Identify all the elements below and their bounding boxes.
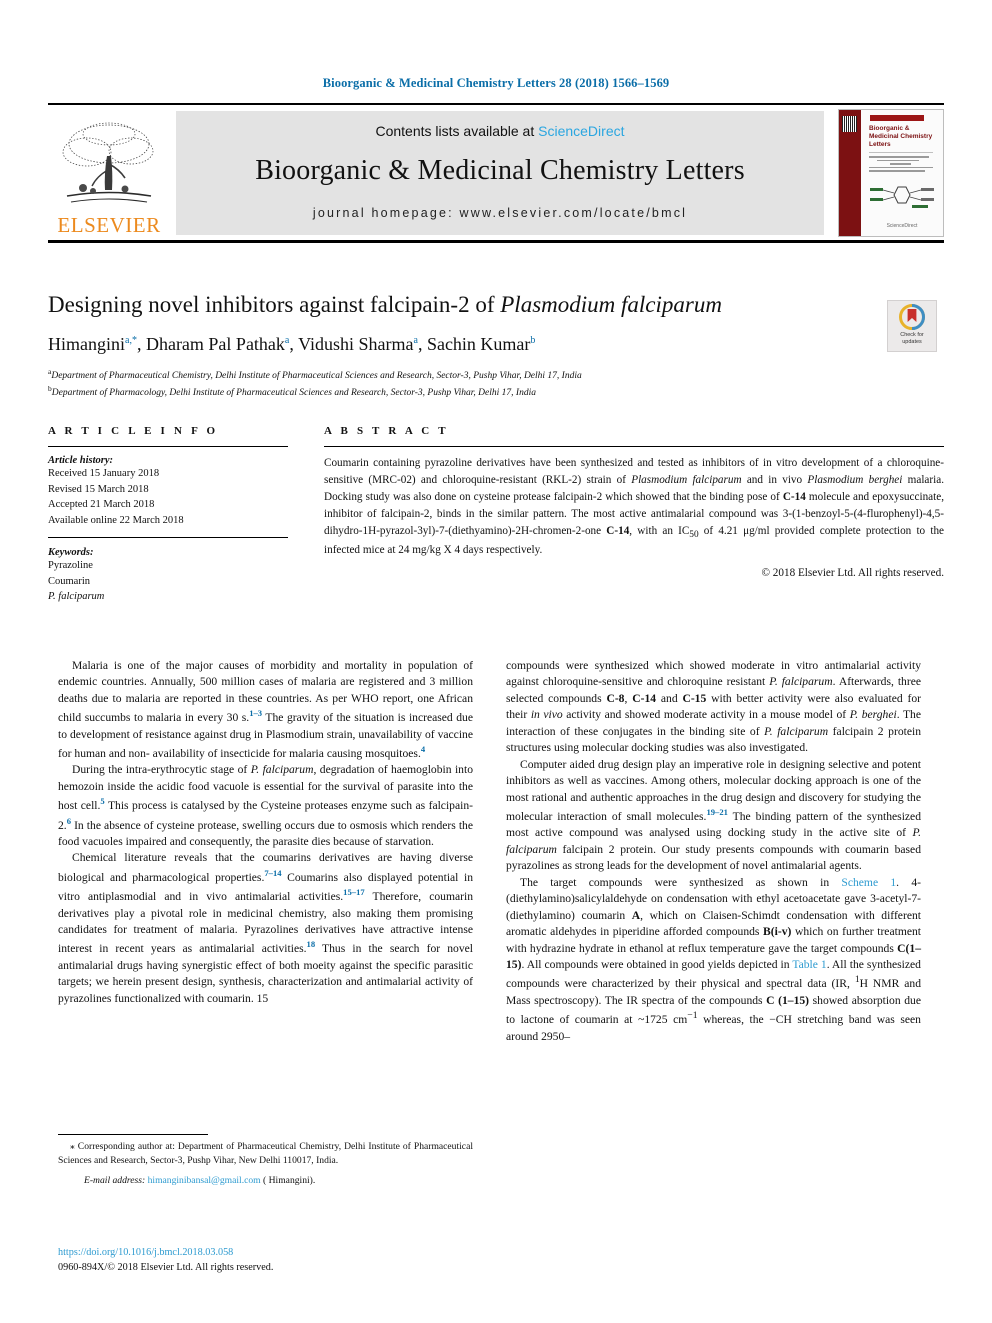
article-history-item: Accepted 21 March 2018 xyxy=(48,499,155,511)
affiliation-list: aDepartment of Pharmaceutical Chemistry,… xyxy=(48,367,944,401)
author-list: Himanginia,*, Dharam Pal Pathaka, Vidush… xyxy=(48,334,536,355)
title-italic: Plasmodium falciparum xyxy=(500,292,722,317)
citation-ref[interactable]: 4 xyxy=(421,744,425,754)
email-label: E-mail address: xyxy=(84,1174,146,1186)
article-info-heading: A R T I C L E I N F O xyxy=(48,425,219,437)
article-page: Bioorganic & Medicinal Chemistry Letters… xyxy=(0,0,992,1323)
body-column-right: compounds were synthesized which showed … xyxy=(506,658,921,1045)
keywords-rule xyxy=(48,537,288,539)
doi-link[interactable]: https://doi.org/10.1016/j.bmcl.2018.03.0… xyxy=(58,1245,488,1260)
abstract-text: Coumarin containing pyrazoline derivativ… xyxy=(324,457,945,557)
author-affil-marker: a xyxy=(413,335,418,347)
elsevier-wordmark: ELSEVIER xyxy=(57,213,161,237)
scheme-link[interactable]: Scheme 1 xyxy=(841,876,896,889)
article-history-item: Received 15 January 2018 xyxy=(48,468,160,479)
article-history-label: Article history: xyxy=(48,455,114,466)
footnote-rule xyxy=(58,1134,208,1135)
author-name[interactable]: Himangini xyxy=(48,334,125,354)
title-block: Designing novel inhibitors against falci… xyxy=(48,292,944,401)
author-name[interactable]: Dharam Pal Pathak xyxy=(146,334,285,354)
contents-prefix: Contents lists available at xyxy=(375,123,539,139)
sciencedirect-link[interactable]: ScienceDirect xyxy=(538,123,624,139)
article-history-item: Revised 15 March 2018 xyxy=(48,483,149,495)
barcode-icon xyxy=(842,116,857,132)
title-plain: Designing novel inhibitors against falci… xyxy=(48,292,501,317)
keywords-label: Keywords: xyxy=(48,547,94,559)
email-line: E-mail address: himanginibansal@gmail.co… xyxy=(58,1174,473,1188)
body-columns: Malaria is one of the major causes of mo… xyxy=(58,658,934,1138)
page-title: Designing novel inhibitors against falci… xyxy=(48,292,818,318)
paragraph: During the intra-erythrocytic stage of P… xyxy=(58,763,473,848)
paragraph: compounds were synthesized which showed … xyxy=(506,659,922,755)
corresponding-author-note: ⁎ Corresponding author at: Department of… xyxy=(58,1141,473,1166)
contents-available-line: Contents lists available at ScienceDirec… xyxy=(375,123,624,139)
masthead-bottom-rule xyxy=(48,240,944,243)
journal-title: Bioorganic & Medicinal Chemistry Letters xyxy=(255,155,745,186)
keywords-block: Keywords: Pyrazoline Coumarin P. falcipa… xyxy=(48,547,288,605)
article-history-item: Available online 22 March 2018 xyxy=(48,514,184,526)
citation-ref[interactable]: 6 xyxy=(67,816,71,826)
journal-cover-thumbnail: Bioorganic & Medicinal Chemistry Letters xyxy=(838,109,944,237)
author-affil-marker: a,* xyxy=(125,335,137,347)
table-link[interactable]: Table 1 xyxy=(792,958,826,971)
article-info-rule xyxy=(48,446,288,447)
affiliation-item: aDepartment of Pharmaceutical Chemistry,… xyxy=(48,367,944,384)
author-affil-marker: b xyxy=(530,335,536,347)
cover-accent-bar xyxy=(870,115,925,121)
elsevier-tree-icon xyxy=(53,118,165,214)
issn-copyright: 0960-894X/© 2018 Elsevier Ltd. All right… xyxy=(58,1262,274,1274)
abstract-heading: A B S T R A C T xyxy=(324,425,449,437)
body-column-left: Malaria is one of the major causes of mo… xyxy=(58,658,473,1007)
keyword-item: Coumarin xyxy=(48,575,90,587)
cover-journal-title: Bioorganic & Medicinal Chemistry Letters xyxy=(869,125,933,149)
cover-front: Bioorganic & Medicinal Chemistry Letters xyxy=(861,110,943,236)
crossmark-icon xyxy=(899,304,925,330)
citation-ref[interactable]: 7–14 xyxy=(264,868,281,878)
citation-ref[interactable]: 18 xyxy=(307,939,316,949)
citation-ref[interactable]: 15–17 xyxy=(343,887,364,897)
affiliation-text: Department of Pharmacology, Delhi Instit… xyxy=(51,388,536,399)
paragraph: Malaria is one of the major causes of mo… xyxy=(58,659,473,760)
abstract-column: A B S T R A C T Coumarin containing pyra… xyxy=(324,425,944,579)
keyword-item: Pyrazoline xyxy=(48,560,93,572)
paragraph: Computer aided drug design play an imper… xyxy=(506,757,922,873)
keyword-item: P. falciparum xyxy=(48,591,105,603)
elsevier-logo: ELSEVIER xyxy=(48,110,170,236)
affiliation-text: Department of Pharmaceutical Chemistry, … xyxy=(51,371,582,382)
paragraph: Chemical literature reveals that the cou… xyxy=(58,851,474,1005)
crossmark-badge[interactable]: Check for updates xyxy=(887,300,937,352)
journal-masthead: ELSEVIER Contents lists available at Sci… xyxy=(48,106,944,239)
footnote-block: ⁎ Corresponding author at: Department of… xyxy=(58,1140,473,1188)
affiliation-item: bDepartment of Pharmacology, Delhi Insti… xyxy=(48,384,944,401)
citation-ref[interactable]: 19–21 xyxy=(706,807,727,817)
email-owner: ( Himangini). xyxy=(263,1174,316,1186)
author-name[interactable]: Vidushi Sharma xyxy=(298,334,413,354)
author-affil-marker: a xyxy=(284,335,290,347)
journal-homepage[interactable]: journal homepage: www.elsevier.com/locat… xyxy=(313,206,687,220)
cover-structure-diagram-icon xyxy=(868,179,938,213)
paragraph: The target compounds were synthesized as… xyxy=(506,875,922,1043)
crossmark-label: Check for updates xyxy=(900,332,924,345)
running-head: Bioorganic & Medicinal Chemistry Letters… xyxy=(322,76,670,90)
email-link[interactable]: himanginibansal@gmail.com xyxy=(148,1175,261,1186)
citation-ref[interactable]: 1–3 xyxy=(249,708,262,718)
doi-block: https://doi.org/10.1016/j.bmcl.2018.03.0… xyxy=(58,1245,488,1276)
citation-ref[interactable]: 5 xyxy=(100,796,104,806)
masthead-top-rule xyxy=(48,103,944,105)
masthead-banner: Contents lists available at ScienceDirec… xyxy=(176,111,824,235)
cover-divider xyxy=(869,152,934,154)
cover-placeholder-text xyxy=(869,156,939,172)
abstract-copyright: © 2018 Elsevier Ltd. All rights reserved… xyxy=(761,567,945,580)
abstract-rule xyxy=(324,446,944,447)
article-info-column: A R T I C L E I N F O Article history: R… xyxy=(48,425,288,605)
author-name[interactable]: Sachin Kumar xyxy=(427,334,530,354)
cover-footer: ScienceDirect xyxy=(886,223,918,229)
